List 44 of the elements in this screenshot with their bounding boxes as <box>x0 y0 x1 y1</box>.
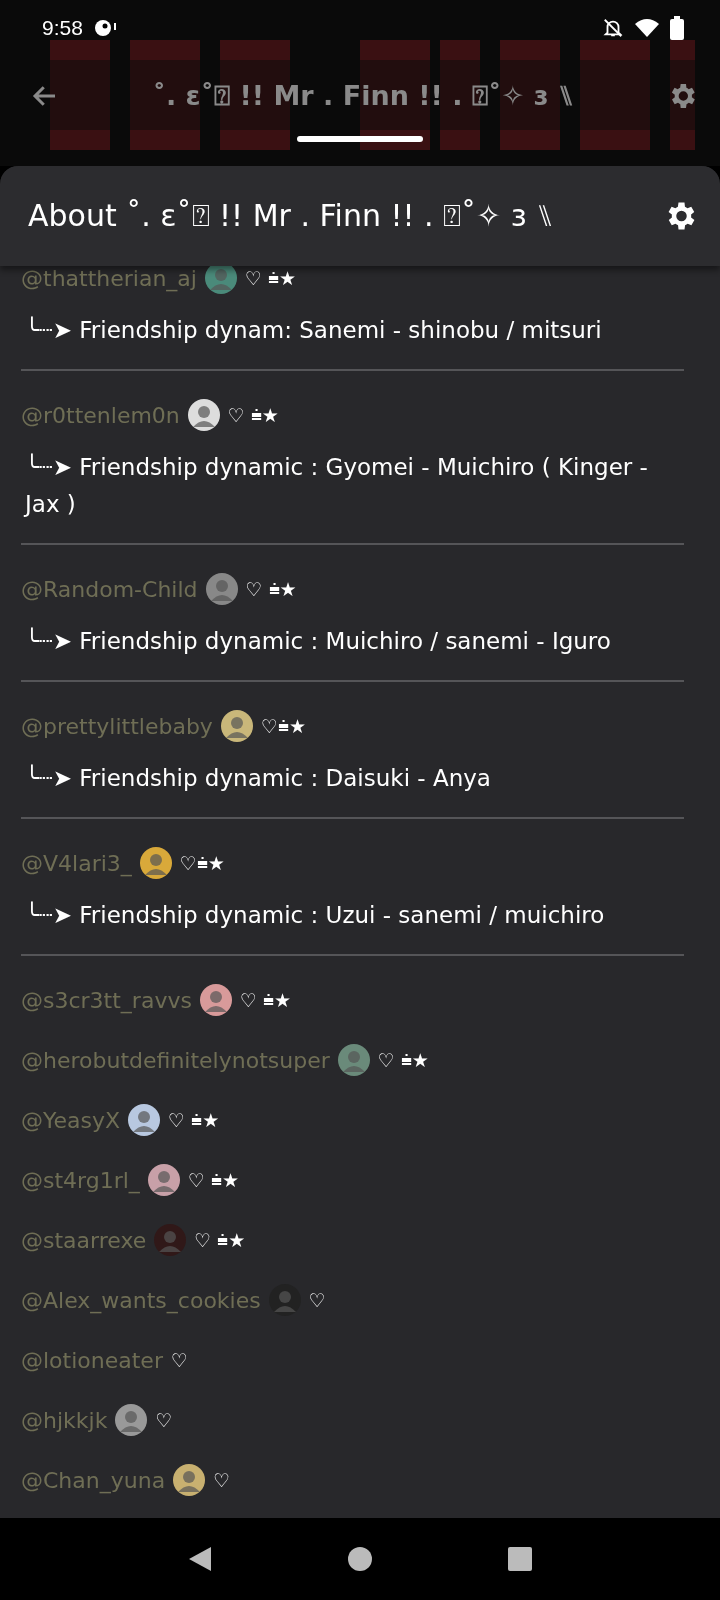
member-symbols-text: ♡ ⩧★ <box>194 1228 246 1252</box>
friendship-dynamic: ╰┈➤ Friendship dynam: Sanemi - shinobu / mitsuri <box>24 315 603 345</box>
bell-off-icon <box>602 17 624 39</box>
member-handle[interactable]: @V4lari3_ <box>21 850 132 876</box>
member-symbols-text: ♡ ⩧★ <box>187 1168 239 1192</box>
friendship-dynamic: ╰┈➤ Friendship dynamic : Uzui - sanemi / muichiro <box>24 900 606 930</box>
member-handle[interactable]: @prettylittlebaby <box>21 713 213 739</box>
member-symbols-text: ♡⩧★ <box>179 851 225 875</box>
back-icon[interactable] <box>187 1545 213 1573</box>
member-symbols-text: ♡ ⩧★ <box>168 1108 220 1132</box>
member-handle[interactable]: @thattherian_aj <box>21 266 197 291</box>
notification-icon <box>92 18 117 38</box>
member-symbols-text: ♡ <box>170 1349 188 1371</box>
recents-icon[interactable] <box>507 1546 533 1572</box>
friendship-dynamic: ╰┈➤ Friendship dynamic : Gyomei - Muichiro ( Kinger - Jax ) <box>22 452 649 519</box>
member-symbols-text: ♡ <box>308 1289 326 1311</box>
friendship-dynamic: ╰┈➤ Friendship dynamic : Daisuki - Anya <box>24 763 492 793</box>
member-handle[interactable]: @Chan_yuna <box>21 1467 166 1493</box>
member-symbols-text: ♡ ⩧★ <box>239 988 291 1012</box>
member-symbols-text: ♡ ⩧★ <box>245 577 297 601</box>
member-handle[interactable]: @lotioneater <box>21 1347 163 1373</box>
member-symbols-text: ♡ <box>213 1469 231 1491</box>
battery-icon <box>670 16 684 40</box>
sheet-title: About ˚. ɛ˚⍰ !! Mr . Finn !! . ⍰˚✧ ɜ ⑊ <box>28 198 556 234</box>
member-symbols-text: ♡ <box>155 1409 173 1431</box>
member-handle[interactable]: @herobutdefinitelynotsuper <box>21 1047 330 1073</box>
member-handle[interactable]: @YeasyX <box>21 1107 121 1133</box>
member-symbols-text: ♡ ⩧★ <box>244 266 297 290</box>
member-handle[interactable]: @r0ttenlem0n <box>21 402 180 428</box>
wifi-icon <box>634 18 660 38</box>
member-handle[interactable]: @st4rg1rl_ <box>21 1167 140 1193</box>
home-icon[interactable] <box>347 1546 373 1572</box>
member-handle[interactable]: @s3cr3tt_ravvs <box>21 987 192 1013</box>
member-handle[interactable]: @hjkkjk <box>21 1407 108 1433</box>
member-handle[interactable]: @Alex_wants_cookies <box>21 1287 261 1313</box>
member-symbols-text: ♡⩧★ <box>260 714 306 738</box>
friendship-dynamic: ╰┈➤ Friendship dynamic : Muichiro / sanemi - Iguro <box>24 626 612 656</box>
status-time: 9:58 <box>42 16 83 40</box>
member-handle[interactable]: @staarrexe <box>21 1227 147 1253</box>
member-symbols-text: ♡ ⩧★ <box>377 1048 429 1072</box>
toolbar-title: ˚. ɛ˚⍰ !! Mr . Finn !! . ⍰˚✧ ɜ ⑊ <box>151 80 575 112</box>
member-handle[interactable]: @Random-Child <box>21 576 198 602</box>
member-symbols-text: ♡ ⩧★ <box>227 403 279 427</box>
drag-handle[interactable] <box>297 136 423 142</box>
